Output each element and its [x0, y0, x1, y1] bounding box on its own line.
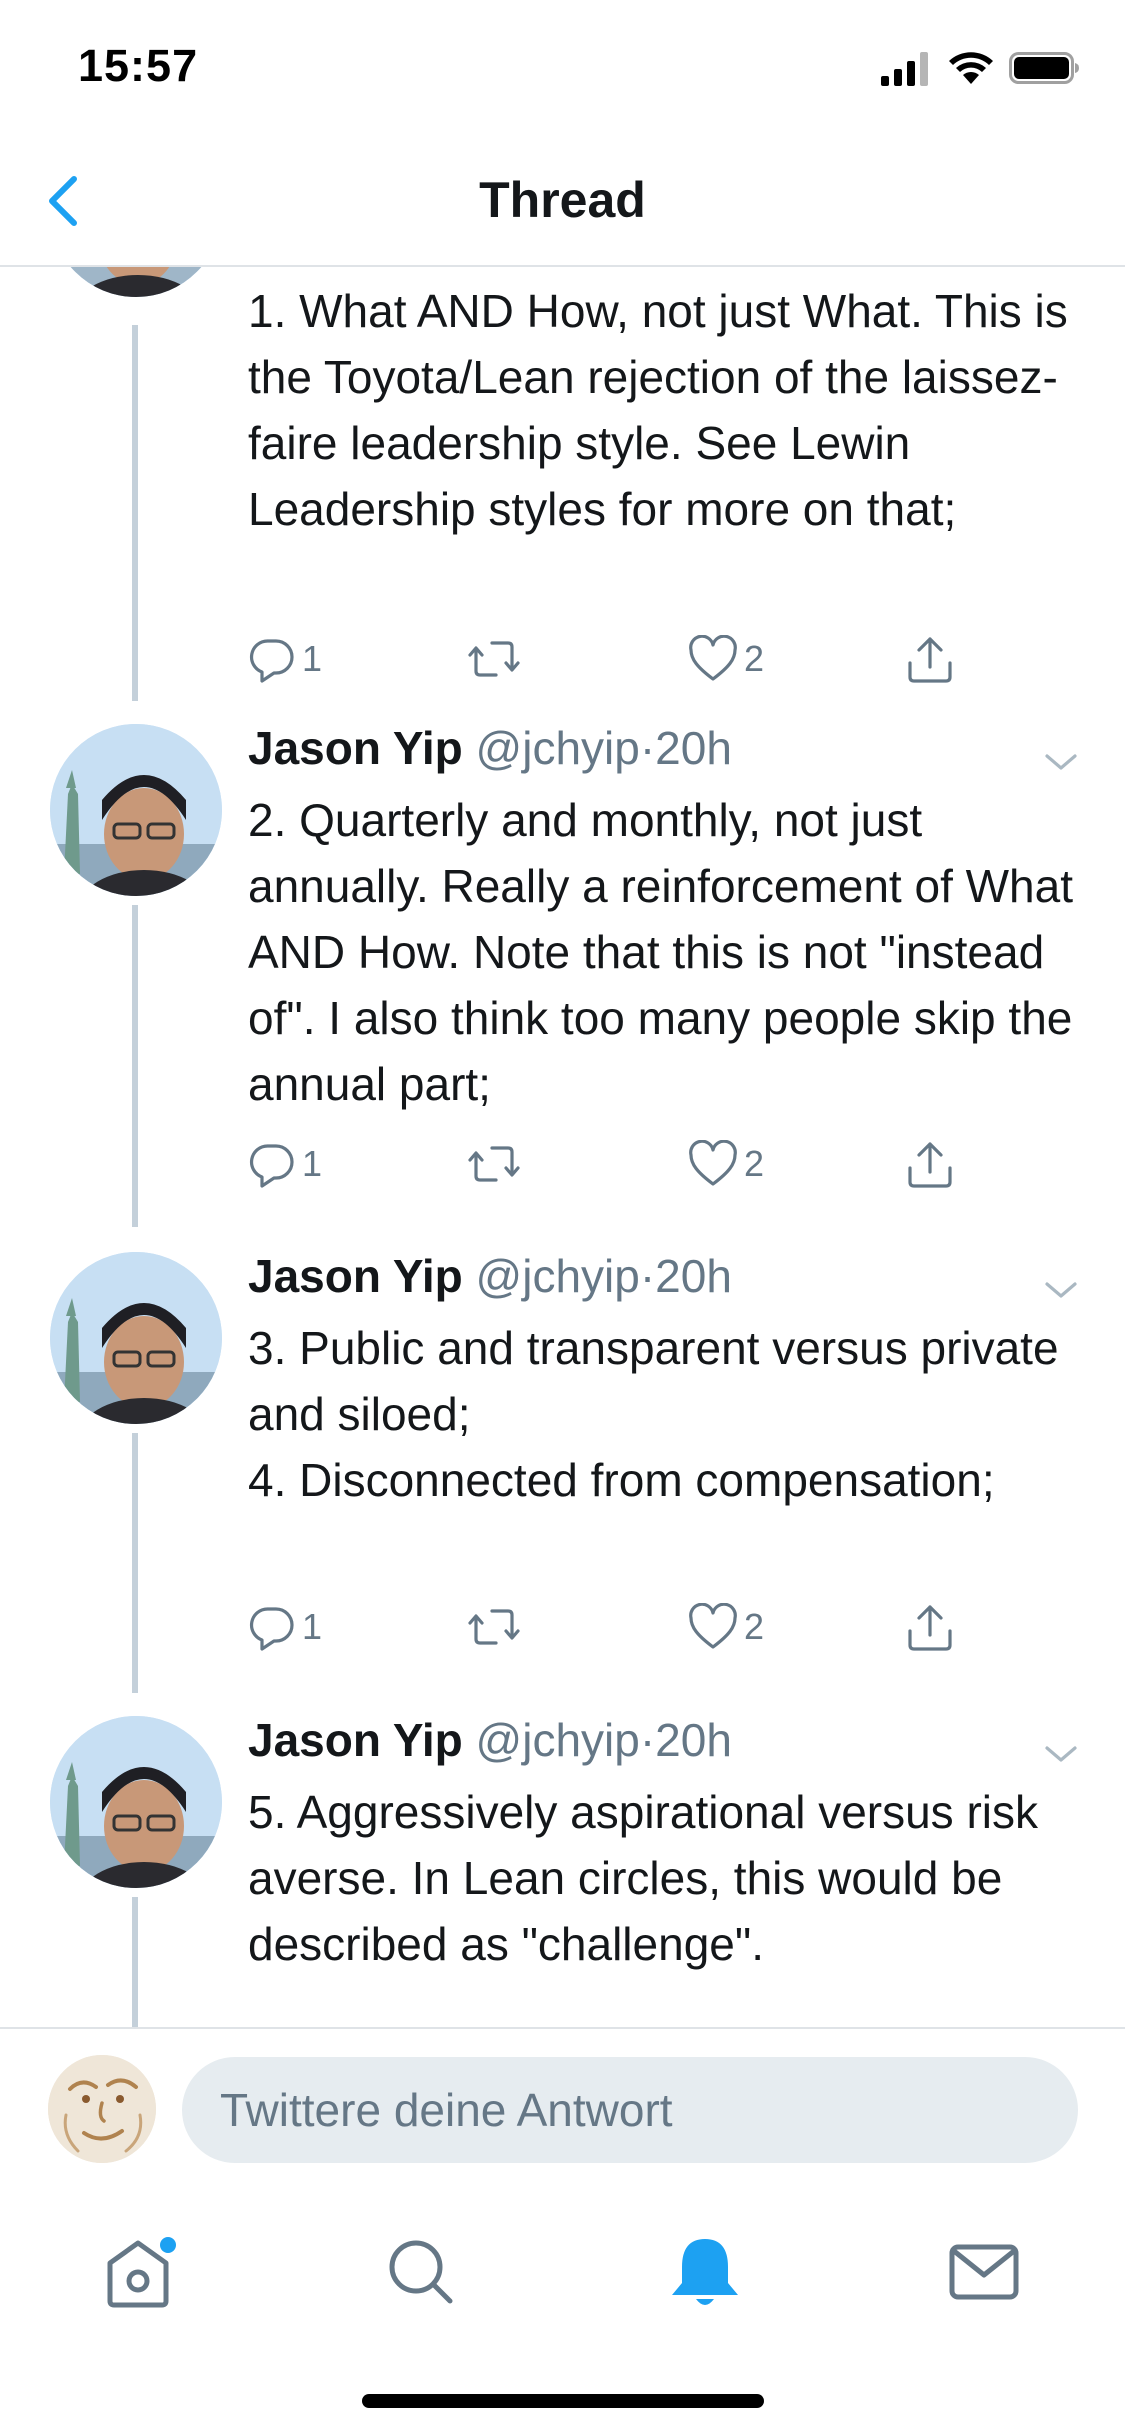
tweet-header: Jason Yip @jchyip·20h [248, 721, 732, 775]
tweet-text: 5. Aggressively aspirational versus risk… [248, 1786, 1038, 1970]
author-name[interactable]: Jason Yip [248, 722, 463, 774]
cellular-signal-icon [881, 52, 928, 86]
retweet-button[interactable] [466, 1134, 522, 1194]
tweet-menu-button[interactable] [1041, 1739, 1081, 1769]
thread-line [132, 325, 138, 701]
status-bar: 15:57 [0, 0, 1125, 135]
profile-photo [50, 1252, 222, 1424]
avatar[interactable] [50, 267, 222, 297]
author-handle[interactable]: @jchyip [476, 722, 640, 774]
heart-icon [689, 635, 737, 681]
like-count: 2 [744, 638, 765, 679]
separator-dot: · [639, 1250, 656, 1302]
reply-count: 1 [302, 1606, 323, 1647]
tweet[interactable]: 1. What AND How, not just What. This is … [0, 267, 1125, 707]
messages-icon [949, 2244, 1019, 2300]
reply-input[interactable]: Twittere deine Antwort [182, 2057, 1078, 2163]
tweet-timestamp: 20h [655, 722, 732, 774]
share-button[interactable] [904, 1134, 956, 1194]
page-title: Thread [479, 172, 646, 228]
like-count: 2 [744, 1143, 765, 1184]
avatar[interactable] [50, 724, 222, 896]
notifications-icon [672, 2239, 738, 2305]
retweet-button[interactable] [466, 1597, 522, 1657]
reply-count: 1 [302, 1143, 323, 1184]
reply-button[interactable]: 1 [248, 629, 322, 689]
share-icon [908, 1142, 952, 1188]
status-time: 15:57 [78, 40, 199, 91]
separator-dot: · [639, 1714, 656, 1766]
reply-bar: Twittere deine Antwort [0, 2027, 1125, 2179]
tweet[interactable]: Jason Yip @jchyip·20h 5. Aggressively as… [0, 1699, 1125, 2027]
reply-count: 1 [302, 638, 323, 679]
thread[interactable]: 1. What AND How, not just What. This is … [0, 267, 1125, 2027]
share-icon [908, 637, 952, 683]
tweet-actions: 1 2 [248, 629, 1028, 689]
reply-button[interactable]: 1 [248, 1134, 322, 1194]
tweet-timestamp: 20h [655, 1714, 732, 1766]
heart-icon [689, 1603, 737, 1649]
profile-photo [50, 724, 222, 896]
tab-search[interactable] [376, 2227, 466, 2317]
heart-icon [689, 1140, 737, 1186]
retweet-icon [468, 641, 520, 677]
tweet-text: 2. Quarterly and monthly, not just annua… [248, 794, 1073, 1110]
tab-home[interactable] [96, 2227, 186, 2317]
avatar[interactable] [50, 1716, 222, 1888]
wifi-icon [949, 52, 993, 84]
user-avatar-drawing [48, 2055, 156, 2163]
unread-dot [160, 2237, 176, 2253]
retweet-icon [468, 1146, 520, 1182]
separator-dot: · [639, 722, 656, 774]
thread-line [132, 1897, 138, 2027]
tweet-menu-button[interactable] [1041, 747, 1081, 777]
tweet-timestamp: 20h [655, 1250, 732, 1302]
profile-photo [50, 267, 222, 297]
tweet[interactable]: Jason Yip @jchyip·20h 2. Quarterly and m… [0, 707, 1125, 1235]
current-user-avatar[interactable] [48, 2055, 156, 2163]
retweet-button[interactable] [466, 629, 522, 689]
tab-messages[interactable] [940, 2227, 1030, 2317]
author-name[interactable]: Jason Yip [248, 1250, 463, 1302]
status-icons [881, 50, 1081, 90]
tab-notifications[interactable] [660, 2227, 750, 2317]
tweet-text: 1. What AND How, not just What. This is … [248, 285, 1068, 535]
thread-line [132, 1433, 138, 1693]
retweet-icon [468, 1609, 520, 1645]
share-button[interactable] [904, 629, 956, 689]
tweet[interactable]: Jason Yip @jchyip·20h 3. Public and tran… [0, 1235, 1125, 1699]
home-icon [107, 2237, 176, 2308]
author-handle[interactable]: @jchyip [476, 1250, 640, 1302]
like-button[interactable]: 2 [688, 1134, 764, 1194]
tweet-header: Jason Yip @jchyip·20h [248, 1713, 732, 1767]
reply-icon [249, 1607, 294, 1651]
author-handle[interactable]: @jchyip [476, 1714, 640, 1766]
tweet-actions: 1 2 [248, 1597, 1028, 1657]
reply-icon [249, 1144, 294, 1188]
nav-bar: Thread [0, 135, 1125, 267]
search-icon [389, 2240, 453, 2304]
avatar[interactable] [50, 1252, 222, 1424]
profile-photo [50, 1716, 222, 1888]
tweet-actions: 1 2 [248, 1134, 1028, 1194]
share-button[interactable] [904, 1597, 956, 1657]
share-icon [908, 1605, 952, 1651]
home-indicator[interactable] [362, 2394, 764, 2408]
battery-icon [1009, 52, 1079, 84]
like-count: 2 [744, 1606, 765, 1647]
thread-line [132, 905, 138, 1227]
reply-icon [249, 639, 294, 683]
author-name[interactable]: Jason Yip [248, 1714, 463, 1766]
chevron-down-icon [1045, 1282, 1077, 1298]
tweet-header: Jason Yip @jchyip·20h [248, 1249, 732, 1303]
chevron-down-icon [1045, 1746, 1077, 1762]
like-button[interactable]: 2 [688, 1597, 764, 1657]
chevron-down-icon [1045, 754, 1077, 770]
tweet-menu-button[interactable] [1041, 1275, 1081, 1305]
tweet-text: 3. Public and transparent versus private… [248, 1322, 1059, 1506]
like-button[interactable]: 2 [688, 629, 764, 689]
reply-button[interactable]: 1 [248, 1597, 322, 1657]
